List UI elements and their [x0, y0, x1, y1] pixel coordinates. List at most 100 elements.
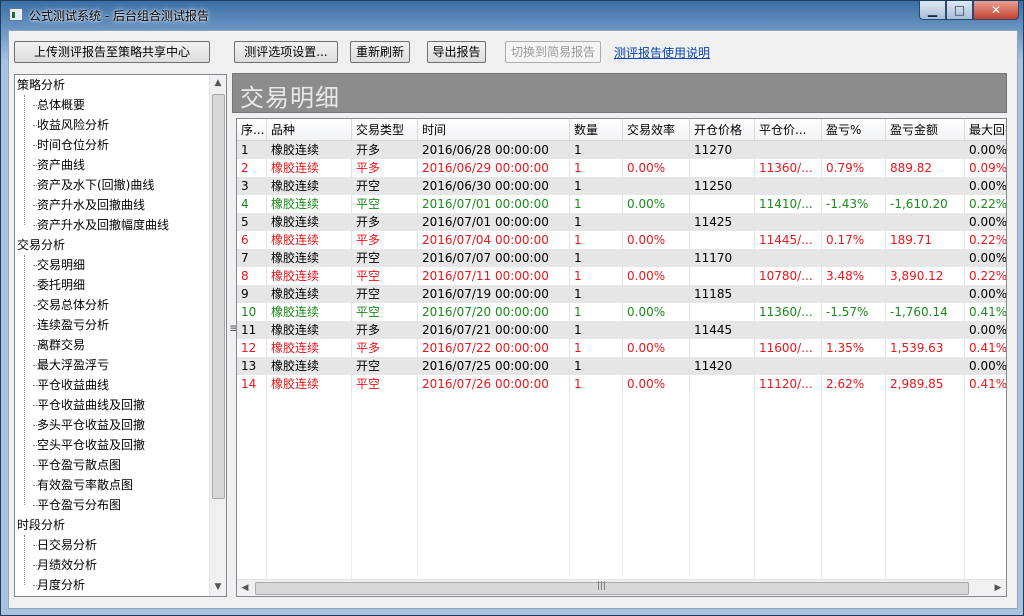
tree-item[interactable]: 交易明细	[32, 255, 85, 275]
upload-report-button[interactable]: 上传测评报告至策略共享中心	[14, 41, 210, 63]
table-cell: 橡胶连续	[267, 285, 352, 303]
table-cell: 0.00%	[623, 303, 690, 321]
tree-item[interactable]: 资产升水及回撤曲线	[32, 195, 145, 215]
table-cell: 平空	[352, 195, 418, 213]
tree-item[interactable]: 离群交易	[32, 335, 85, 355]
table-row[interactable]: 8 橡胶连续 平空 2016/07/11 00:00:00 1 0.00% 10780/..…	[237, 267, 1006, 285]
table-cell: 橡胶连续	[267, 339, 352, 357]
tree-group[interactable]: 时段分析	[17, 515, 65, 535]
tree-item[interactable]: 资产曲线	[32, 155, 85, 175]
table-cell	[822, 357, 886, 375]
tree-item[interactable]: 有效盈亏率散点图	[32, 475, 133, 495]
table-cell: -1,610.20	[886, 195, 965, 213]
scroll-right-icon[interactable]: ▶	[990, 580, 1006, 596]
table-cell: 12	[237, 339, 267, 357]
table-cell: 2016/07/21 00:00:00	[418, 321, 570, 339]
close-button[interactable]: ✕	[973, 1, 1019, 20]
table-row[interactable]: 1 橡胶连续 开多 2016/06/28 00:00:00 1 11270 0.00%	[237, 141, 1006, 159]
column-header[interactable]: 开仓价格	[690, 119, 755, 141]
table-row[interactable]: 11 橡胶连续 开多 2016/07/21 00:00:00 1 11445 0.00%	[237, 321, 1006, 339]
splitter-grip-icon[interactable]: ≡	[229, 321, 239, 335]
table-row[interactable]: 12 橡胶连续 平多 2016/07/22 00:00:00 1 0.00% 11600/.…	[237, 339, 1006, 357]
table-cell	[886, 141, 965, 159]
title-bar[interactable]: 公式测试系统 - 后台组合测试报告 ▁ □ ✕	[1, 1, 1023, 29]
table-scroll-thumb[interactable]	[255, 582, 969, 595]
switch-simple-report-button[interactable]: 切换到简易报告	[505, 41, 601, 63]
table-cell	[690, 339, 755, 357]
tree-scroll-thumb[interactable]	[212, 94, 225, 499]
tree-item[interactable]: 连续盈亏分析	[32, 315, 109, 335]
table-cell	[886, 249, 965, 267]
tree-group[interactable]: 交易分析	[17, 235, 65, 255]
table-cell: 1	[570, 357, 623, 375]
tree-vertical-scrollbar[interactable]: ▲ ▼	[209, 75, 226, 596]
table-header: 序...品种交易类型时间数量交易效率开仓价格平仓价...盈亏%盈亏金额最大回撤	[237, 119, 1006, 141]
table-cell	[886, 357, 965, 375]
table-row[interactable]: 10 橡胶连续 平空 2016/07/20 00:00:00 1 0.00% 11360/.…	[237, 303, 1006, 321]
refresh-button[interactable]: 重新刷新	[350, 41, 410, 63]
client-area: 上传测评报告至策略共享中心 测评选项设置... 重新刷新 导出报告 切换到简易报…	[8, 30, 1018, 609]
tree-item[interactable]: 资产及水下(回撤)曲线	[32, 175, 154, 195]
tree-item[interactable]: 总体概要	[32, 95, 85, 115]
tree-item[interactable]: 平仓收益曲线	[32, 375, 109, 395]
tree-item[interactable]: 平仓收益曲线及回撤	[32, 395, 145, 415]
column-header[interactable]: 盈亏%	[822, 119, 886, 141]
maximize-button[interactable]: □	[946, 1, 973, 20]
table-cell: 0.00%	[965, 249, 1006, 267]
table-cell: 1.35%	[822, 339, 886, 357]
column-header[interactable]: 数量	[570, 119, 623, 141]
tree-item[interactable]: 空头平仓收益及回撤	[32, 435, 145, 455]
tree-item[interactable]: 月度分析	[32, 575, 85, 595]
table-cell: 平多	[352, 339, 418, 357]
table-cell: 开空	[352, 357, 418, 375]
table-row[interactable]: 14 橡胶连续 平空 2016/07/26 00:00:00 1 0.00% 11120/.…	[237, 375, 1006, 393]
tree-item[interactable]: 月绩效分析	[32, 555, 97, 575]
tree-item[interactable]: 委托明细	[32, 275, 85, 295]
table-cell: 0.00%	[623, 375, 690, 393]
tree-item[interactable]: 收益风险分析	[32, 115, 109, 135]
help-link[interactable]: 测评报告使用说明	[614, 44, 710, 61]
column-header[interactable]: 品种	[267, 119, 352, 141]
column-header[interactable]: 交易类型	[352, 119, 418, 141]
tree-group[interactable]: 策略分析	[17, 75, 65, 95]
options-settings-button[interactable]: 测评选项设置...	[234, 41, 338, 63]
column-header[interactable]: 盈亏金额	[886, 119, 965, 141]
table-row[interactable]: 9 橡胶连续 开空 2016/07/19 00:00:00 1 11185 0.00%	[237, 285, 1006, 303]
export-report-button[interactable]: 导出报告	[427, 41, 486, 63]
table-cell: 11360/...	[755, 303, 822, 321]
table-horizontal-scrollbar[interactable]: ◀ ||| ▶	[237, 579, 1006, 596]
minimize-button[interactable]: ▁	[919, 1, 946, 20]
table-cell: 0.00%	[965, 141, 1006, 159]
table-cell	[690, 159, 755, 177]
table-cell: 2016/07/07 00:00:00	[418, 249, 570, 267]
tree-item[interactable]: 时间仓位分析	[32, 135, 109, 155]
column-header[interactable]: 时间	[418, 119, 570, 141]
scroll-down-icon[interactable]: ▼	[210, 579, 226, 596]
column-header[interactable]: 平仓价...	[755, 119, 822, 141]
table-row[interactable]: 6 橡胶连续 平多 2016/07/04 00:00:00 1 0.00% 11445/..…	[237, 231, 1006, 249]
table-row[interactable]: 13 橡胶连续 开空 2016/07/25 00:00:00 1 11420 0.00%	[237, 357, 1006, 375]
tree-item[interactable]: 最大浮盈浮亏	[32, 355, 109, 375]
table-row[interactable]: 2 橡胶连续 平多 2016/06/29 00:00:00 1 0.00% 11360/..…	[237, 159, 1006, 177]
table-cell: 1	[570, 195, 623, 213]
table-row[interactable]: 4 橡胶连续 平空 2016/07/01 00:00:00 1 0.00% 11410/..…	[237, 195, 1006, 213]
table-cell	[623, 213, 690, 231]
table-cell	[623, 141, 690, 159]
tree-connector-line	[24, 95, 25, 225]
table-row[interactable]: 7 橡胶连续 开空 2016/07/07 00:00:00 1 11170 0.00%	[237, 249, 1006, 267]
tree-item[interactable]: 多头平仓收益及回撤	[32, 415, 145, 435]
column-header[interactable]: 最大回撤	[965, 119, 1006, 141]
table-cell	[755, 249, 822, 267]
tree-item[interactable]: 平仓盈亏散点图	[32, 455, 121, 475]
scroll-up-icon[interactable]: ▲	[210, 75, 226, 92]
tree-item[interactable]: 平仓盈亏分布图	[32, 495, 121, 515]
table-row[interactable]: 3 橡胶连续 开空 2016/06/30 00:00:00 1 11250 0.00%	[237, 177, 1006, 195]
column-header[interactable]: 序...	[237, 119, 267, 141]
tree-item[interactable]: 交易总体分析	[32, 295, 109, 315]
table-row[interactable]: 5 橡胶连续 开多 2016/07/01 00:00:00 1 11425 0.00%	[237, 213, 1006, 231]
table-cell: 1	[570, 141, 623, 159]
tree-item[interactable]: 资产升水及回撤幅度曲线	[32, 215, 169, 235]
column-header[interactable]: 交易效率	[623, 119, 690, 141]
tree-item[interactable]: 日交易分析	[32, 535, 97, 555]
scroll-left-icon[interactable]: ◀	[237, 580, 253, 596]
